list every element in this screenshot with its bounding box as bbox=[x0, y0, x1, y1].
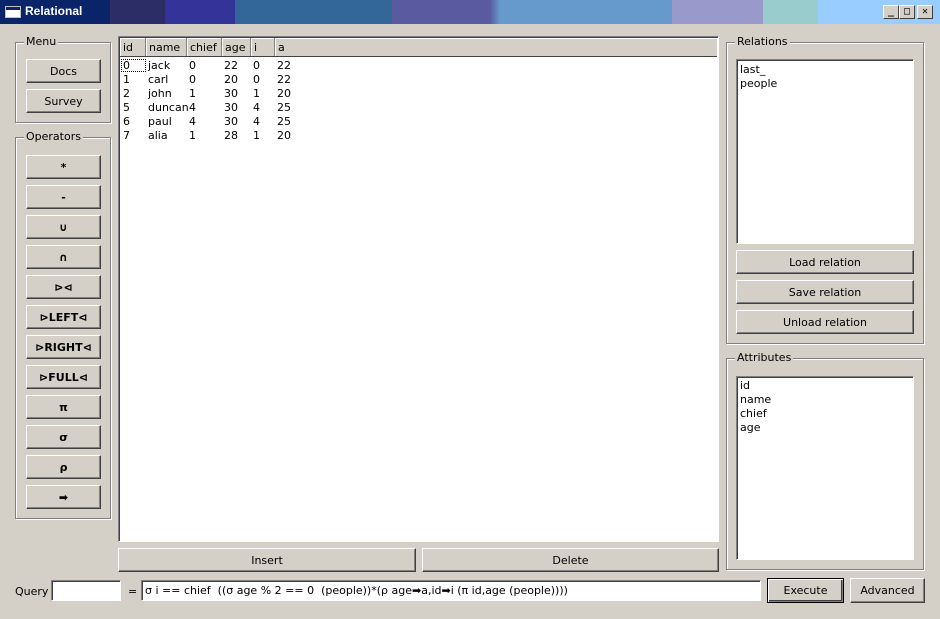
cell-a[interactable]: 20 bbox=[275, 129, 291, 142]
list-item[interactable]: last_ bbox=[740, 63, 765, 76]
cell-id[interactable]: 0 bbox=[121, 59, 146, 72]
cell-i[interactable]: 4 bbox=[251, 101, 260, 114]
cell-i[interactable]: 0 bbox=[251, 73, 260, 86]
unload-relation-button[interactable]: Unload relation bbox=[736, 310, 914, 334]
cell-i[interactable]: 1 bbox=[251, 129, 260, 142]
menu-group-title: Menu bbox=[24, 35, 59, 48]
cell-a[interactable]: 22 bbox=[275, 59, 291, 72]
cell-chief[interactable]: 4 bbox=[187, 101, 196, 114]
column-header-i[interactable]: i bbox=[251, 38, 275, 56]
list-item[interactable]: chief bbox=[740, 407, 767, 420]
cell-id[interactable]: 5 bbox=[121, 101, 130, 114]
cell-name[interactable]: carl bbox=[146, 73, 168, 86]
cell-i[interactable]: 0 bbox=[251, 59, 260, 72]
cell-chief[interactable]: 0 bbox=[187, 73, 196, 86]
load-relation-button[interactable]: Load relation bbox=[736, 250, 914, 274]
maximize-button[interactable]: □ bbox=[899, 5, 915, 19]
survey-button[interactable]: Survey bbox=[26, 89, 101, 113]
cell-name[interactable]: alia bbox=[146, 129, 168, 142]
selection-operator-button[interactable]: σ bbox=[26, 425, 101, 449]
relations-list[interactable]: last_ people bbox=[736, 59, 914, 244]
docs-button[interactable]: Docs bbox=[26, 59, 101, 83]
cell-chief[interactable]: 4 bbox=[187, 115, 196, 128]
cell-a[interactable]: 25 bbox=[275, 115, 291, 128]
query-name-input[interactable] bbox=[51, 580, 121, 601]
cell-a[interactable]: 20 bbox=[275, 87, 291, 100]
query-label: Query bbox=[15, 585, 49, 598]
cell-name[interactable]: duncan bbox=[146, 101, 189, 114]
save-relation-button[interactable]: Save relation bbox=[736, 280, 914, 304]
column-header-a[interactable]: a bbox=[275, 38, 717, 56]
projection-operator-button[interactable]: π bbox=[26, 395, 101, 419]
advanced-button[interactable]: Advanced bbox=[850, 578, 925, 603]
window-title: Relational bbox=[25, 4, 83, 18]
cell-a[interactable]: 25 bbox=[275, 101, 291, 114]
attributes-group-title: Attributes bbox=[735, 351, 794, 364]
rename-operator-button[interactable]: ρ bbox=[26, 455, 101, 479]
cell-age[interactable]: 30 bbox=[222, 87, 238, 100]
cell-chief[interactable]: 1 bbox=[187, 129, 196, 142]
cell-age[interactable]: 22 bbox=[222, 59, 238, 72]
cell-i[interactable]: 1 bbox=[251, 87, 260, 100]
cell-a[interactable]: 22 bbox=[275, 73, 291, 86]
arrow-operator-button[interactable]: ➡ bbox=[26, 485, 101, 509]
right-join-operator-button[interactable]: ⊳RIGHT⊲ bbox=[26, 335, 101, 359]
list-item[interactable]: id bbox=[740, 379, 750, 392]
cell-id[interactable]: 1 bbox=[121, 73, 130, 86]
cell-chief[interactable]: 0 bbox=[187, 59, 196, 72]
union-operator-button[interactable]: ∪ bbox=[26, 215, 101, 239]
cell-age[interactable]: 20 bbox=[222, 73, 238, 86]
list-item[interactable]: people bbox=[740, 77, 777, 90]
minimize-button[interactable]: _ bbox=[883, 5, 899, 19]
cell-id[interactable]: 6 bbox=[121, 115, 130, 128]
attributes-list[interactable]: id name chief age bbox=[736, 376, 914, 560]
delete-button[interactable]: Delete bbox=[422, 548, 719, 572]
cell-id[interactable]: 7 bbox=[121, 129, 130, 142]
join-operator-button[interactable]: ⊳⊲ bbox=[26, 275, 101, 299]
cell-name[interactable]: paul bbox=[146, 115, 172, 128]
table-header: id name chief age i a bbox=[120, 38, 717, 57]
list-item[interactable]: age bbox=[740, 421, 761, 434]
intersection-operator-button[interactable]: ∩ bbox=[26, 245, 101, 269]
cell-name[interactable]: john bbox=[146, 87, 172, 100]
relations-group-title: Relations bbox=[735, 35, 790, 48]
app-icon bbox=[5, 6, 21, 18]
cell-name[interactable]: jack bbox=[146, 59, 170, 72]
cell-chief[interactable]: 1 bbox=[187, 87, 196, 100]
column-header-id[interactable]: id bbox=[120, 38, 146, 56]
operators-group-title: Operators bbox=[24, 130, 83, 143]
column-header-age[interactable]: age bbox=[222, 38, 251, 56]
difference-operator-button[interactable]: - bbox=[26, 185, 101, 209]
product-operator-button[interactable]: * bbox=[26, 155, 101, 179]
execute-button[interactable]: Execute bbox=[767, 578, 844, 603]
result-table[interactable]: id name chief age i a 0 jack 0 22 0 22 1… bbox=[118, 36, 719, 542]
insert-button[interactable]: Insert bbox=[118, 548, 416, 572]
query-expression-input[interactable] bbox=[141, 580, 761, 601]
cell-age[interactable]: 28 bbox=[222, 129, 238, 142]
left-join-operator-button[interactable]: ⊳LEFT⊲ bbox=[26, 305, 101, 329]
cell-i[interactable]: 4 bbox=[251, 115, 260, 128]
close-button[interactable]: ✕ bbox=[917, 5, 933, 19]
cell-age[interactable]: 30 bbox=[222, 115, 238, 128]
cell-age[interactable]: 30 bbox=[222, 101, 238, 114]
cell-id[interactable]: 2 bbox=[121, 87, 130, 100]
full-join-operator-button[interactable]: ⊳FULL⊲ bbox=[26, 365, 101, 389]
list-item[interactable]: name bbox=[740, 393, 771, 406]
equals-label: = bbox=[128, 585, 138, 598]
column-header-chief[interactable]: chief bbox=[187, 38, 222, 56]
title-bar[interactable]: Relational _ □ ✕ bbox=[0, 0, 940, 24]
column-header-name[interactable]: name bbox=[146, 38, 187, 56]
